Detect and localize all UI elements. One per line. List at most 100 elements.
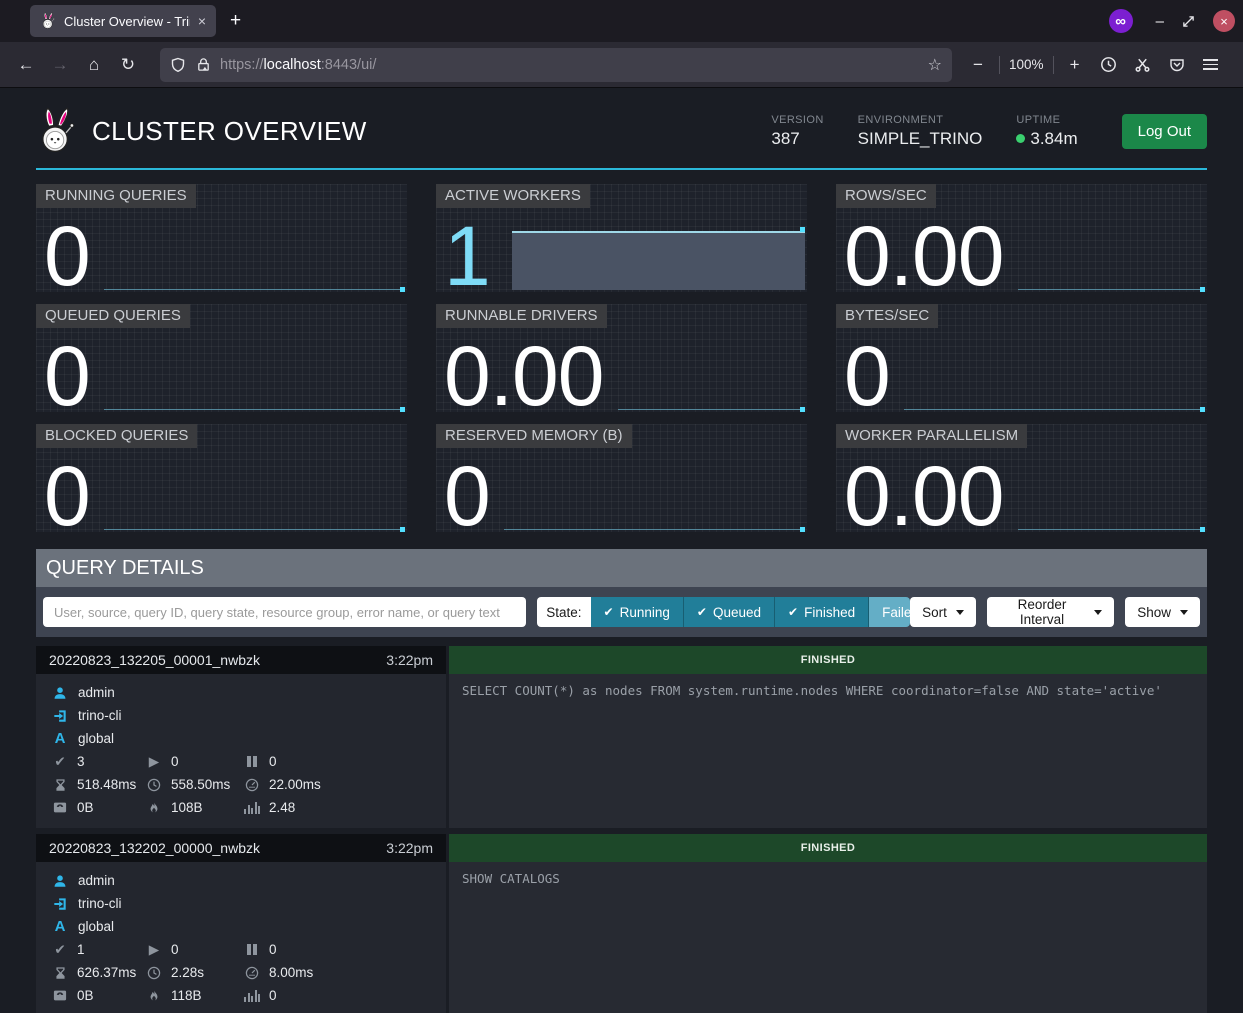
- sign-in-icon: [52, 897, 68, 911]
- running-splits: 0: [171, 754, 179, 769]
- query-status-bar: FINISHED: [449, 646, 1207, 674]
- browser-tab[interactable]: Cluster Overview - Trino ×: [30, 5, 216, 37]
- uptime-label: UPTIME: [1016, 114, 1077, 126]
- cpu-time: 2.28s: [171, 965, 204, 980]
- stat-value: 1: [444, 223, 490, 290]
- url-path: :8443/ui/: [321, 57, 377, 73]
- cpu-time-clock-icon: [146, 778, 162, 792]
- show-dropdown[interactable]: Show: [1125, 597, 1200, 627]
- query-search-input[interactable]: [43, 597, 526, 627]
- check-icon: ✔: [604, 605, 614, 619]
- stat-value: 0: [44, 463, 90, 530]
- state-filter-group: State: ✔ Running ✔ Queued ✔ Finished Fai…: [537, 597, 910, 627]
- stat-label: WORKER PARALLELISM: [836, 424, 1027, 448]
- back-button[interactable]: ←: [10, 50, 42, 80]
- trino-page: CLUSTER OVERVIEW VERSION 387 ENVIRONMENT…: [0, 88, 1243, 1013]
- stat-value: 0: [44, 223, 90, 290]
- completed-splits: 3: [77, 754, 85, 769]
- sort-dropdown[interactable]: Sort: [910, 597, 976, 627]
- chevron-down-icon: [1094, 610, 1102, 615]
- state-filter-text: Running: [620, 605, 670, 620]
- sparkline-chart: [104, 328, 405, 410]
- parallelism: 0: [269, 988, 277, 1003]
- running-splits: 0: [171, 942, 179, 957]
- page-title: CLUSTER OVERVIEW: [92, 116, 367, 147]
- query-user: admin: [78, 873, 115, 888]
- state-filter-text: Failed: [882, 605, 910, 620]
- toolbar-separator: [999, 56, 1000, 74]
- current-memory-scale-icon: [52, 801, 68, 814]
- logout-button[interactable]: Log Out: [1122, 114, 1207, 149]
- state-filter-running[interactable]: ✔ Running: [591, 597, 684, 627]
- cpu-time: 558.50ms: [171, 777, 230, 792]
- environment-stat: ENVIRONMENT SIMPLE_TRINO: [858, 114, 983, 149]
- version-label: VERSION: [771, 114, 823, 126]
- query-filter-toolbar: State: ✔ Running ✔ Queued ✔ Finished Fai…: [36, 587, 1207, 637]
- stat-card-runnable-drivers: RUNNABLE DRIVERS 0.00: [436, 304, 807, 412]
- window-close-button[interactable]: ×: [1213, 10, 1235, 32]
- bookmark-star-icon[interactable]: ☆: [928, 55, 942, 75]
- tab-close-icon[interactable]: ×: [198, 13, 206, 29]
- current-memory-scale-icon: [52, 989, 68, 1002]
- lock-warning-icon[interactable]: [195, 57, 211, 72]
- tracking-shield-icon[interactable]: [170, 57, 186, 73]
- stat-label: ROWS/SEC: [836, 184, 936, 208]
- pocket-icon[interactable]: [1161, 50, 1193, 80]
- zoom-in-button[interactable]: +: [1059, 50, 1091, 80]
- wall-time: 626.37ms: [77, 965, 136, 980]
- query-source: trino-cli: [78, 896, 122, 911]
- url-text[interactable]: https://localhost:8443/ui/: [220, 57, 919, 73]
- sparkline-chart: [504, 208, 805, 290]
- trino-logo-icon: [36, 106, 76, 156]
- execution-time-gauge-icon: [244, 966, 260, 980]
- query-id-link[interactable]: 20220823_132202_00000_nwbzk: [49, 840, 260, 856]
- stat-value: 0.00: [444, 343, 604, 410]
- execution-time-gauge-icon: [244, 778, 260, 792]
- reorder-interval-dropdown[interactable]: Reorder Interval: [987, 597, 1114, 627]
- tab-title: Cluster Overview - Trino: [64, 14, 190, 29]
- menu-hamburger-icon[interactable]: [1195, 50, 1227, 80]
- zoom-level[interactable]: 100%: [1005, 57, 1048, 72]
- completed-splits-icon: ✔: [52, 754, 68, 770]
- window-minimize-button[interactable]: –: [1156, 13, 1164, 30]
- query-id-link[interactable]: 20220823_132205_00001_nwbzk: [49, 652, 260, 668]
- cumulative-memory-fire-icon: [146, 989, 162, 1003]
- sparkline-chart: [104, 448, 405, 530]
- wall-time-hourglass-icon: [52, 966, 68, 980]
- queued-splits-icon: [244, 944, 260, 955]
- browser-toolbar: ← → ⌂ ↻ https://localhost:8443/ui/ ☆ − 1…: [0, 42, 1243, 88]
- url-protocol: https://: [220, 57, 264, 73]
- stat-label: RUNNABLE DRIVERS: [436, 304, 607, 328]
- parallelism: 2.48: [269, 800, 295, 815]
- query-resource-group: global: [78, 731, 114, 746]
- screenshot-scissors-icon[interactable]: [1127, 50, 1159, 80]
- history-clock-icon[interactable]: [1093, 50, 1125, 80]
- state-filter-finished[interactable]: ✔ Finished: [775, 597, 869, 627]
- window-restore-button[interactable]: [1182, 15, 1195, 28]
- query-text[interactable]: SHOW CATALOGS: [449, 862, 1207, 1013]
- home-button[interactable]: ⌂: [78, 50, 110, 80]
- query-source: trino-cli: [78, 708, 122, 723]
- stat-card-reserved-memory: RESERVED MEMORY (B) 0: [436, 424, 807, 532]
- trino-favicon-icon: [40, 12, 56, 30]
- stat-label: RESERVED MEMORY (B): [436, 424, 632, 448]
- environment-value: SIMPLE_TRINO: [858, 129, 983, 149]
- resource-group-icon: A: [52, 918, 68, 935]
- queued-splits-icon: [244, 756, 260, 767]
- reload-button[interactable]: ↻: [112, 50, 144, 80]
- state-filter-failed-dropdown[interactable]: Failed: [869, 597, 910, 627]
- version-value: 387: [771, 129, 823, 149]
- query-text[interactable]: SELECT COUNT(*) as nodes FROM system.run…: [449, 674, 1207, 828]
- running-splits-icon: ▶: [146, 942, 162, 958]
- query-row-header: 20220823_132202_00000_nwbzk 3:22pm FINIS…: [36, 834, 1207, 862]
- zoom-out-button[interactable]: −: [962, 50, 994, 80]
- url-bar[interactable]: https://localhost:8443/ui/ ☆: [160, 48, 952, 82]
- sparkline-chart: [1018, 208, 1206, 290]
- new-tab-button[interactable]: +: [216, 10, 255, 32]
- sparkline-chart: [904, 328, 1205, 410]
- stat-label: QUEUED QUERIES: [36, 304, 190, 328]
- cumulative-memory: 118B: [171, 988, 202, 1003]
- state-filter-queued[interactable]: ✔ Queued: [684, 597, 775, 627]
- browser-titlebar: Cluster Overview - Trino × + ∞ – ×: [0, 0, 1243, 42]
- chevron-down-icon: [956, 610, 964, 615]
